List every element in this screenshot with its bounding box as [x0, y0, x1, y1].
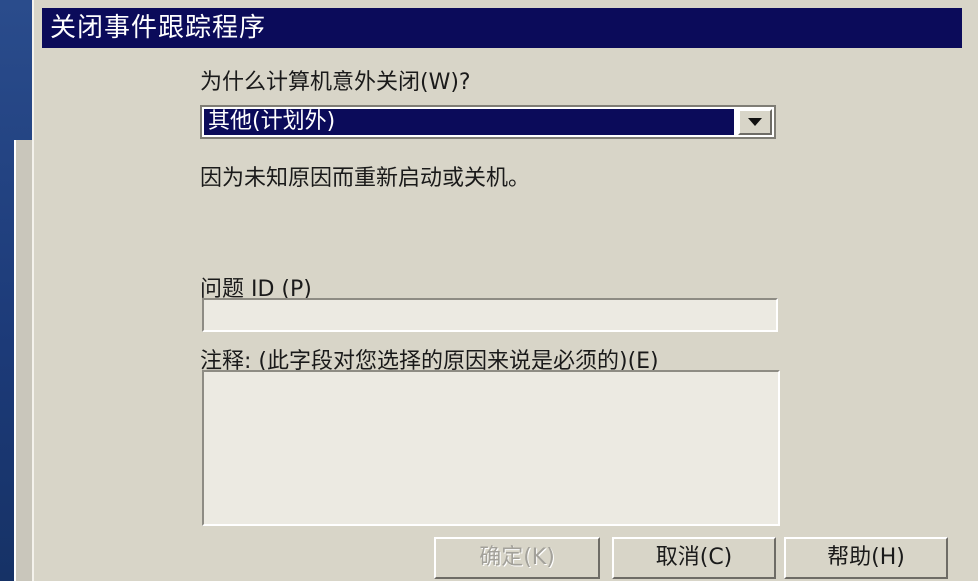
- reason-description: 因为未知原因而重新启动或关机。: [200, 166, 531, 191]
- reason-selected-value[interactable]: 其他(计划外): [204, 109, 734, 135]
- help-button[interactable]: 帮助(H): [784, 537, 948, 579]
- reason-question-label: 为什么计算机意外关闭(W)?: [200, 70, 471, 95]
- reason-dropdown[interactable]: 其他(计划外): [200, 105, 776, 139]
- dropdown-arrow-button[interactable]: [738, 109, 772, 135]
- cancel-button[interactable]: 取消(C): [612, 537, 776, 579]
- ok-button[interactable]: 确定(K): [434, 537, 600, 579]
- problem-id-field[interactable]: [202, 298, 778, 332]
- chevron-down-icon: [748, 118, 762, 126]
- shutdown-event-tracker-dialog: 关闭事件跟踪程序 为什么计算机意外关闭(W)? 其他(计划外) 因为未知原因而重…: [32, 0, 978, 581]
- desktop: 关闭事件跟踪程序 为什么计算机意外关闭(W)? 其他(计划外) 因为未知原因而重…: [0, 0, 978, 581]
- dialog-title: 关闭事件跟踪程序: [42, 8, 962, 48]
- comment-textarea[interactable]: [202, 370, 780, 526]
